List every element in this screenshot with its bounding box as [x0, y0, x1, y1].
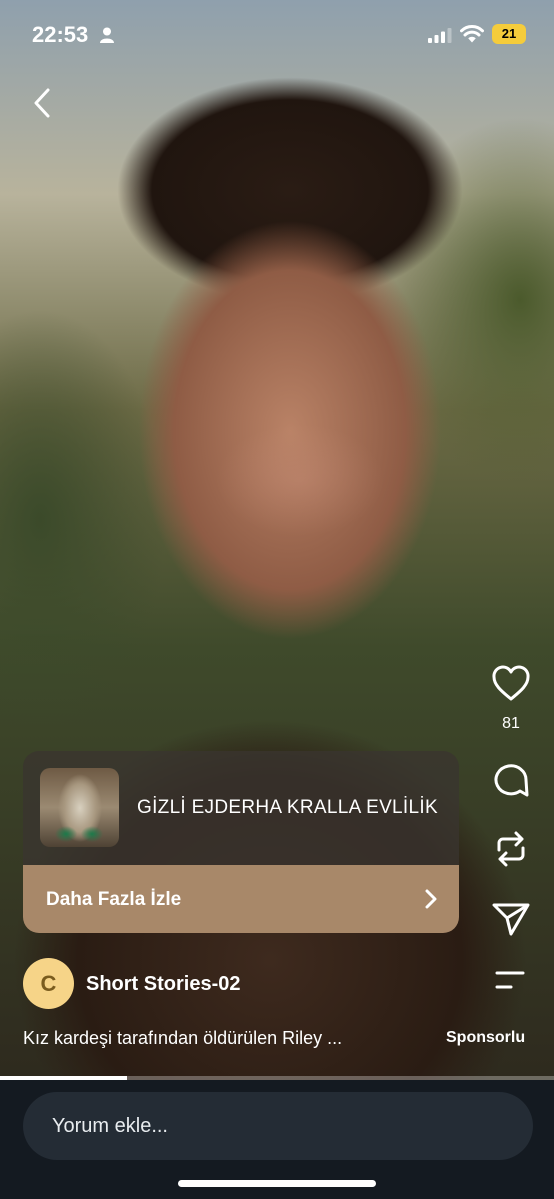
home-indicator	[178, 1180, 376, 1187]
back-arrow-icon[interactable]	[28, 86, 58, 120]
sponsored-label: Sponsorlu	[446, 1029, 526, 1046]
watch-more-label: Daha Fazla İzle	[46, 889, 182, 910]
status-time: 22:53	[32, 22, 89, 47]
comment-icon[interactable]	[490, 760, 532, 802]
heart-icon[interactable]	[490, 662, 532, 704]
share-icon[interactable]	[490, 828, 532, 870]
menu-icon[interactable]	[494, 970, 526, 990]
person-icon	[100, 27, 114, 43]
channel-name[interactable]: Short Stories-02	[86, 973, 240, 996]
signal-icon	[428, 28, 452, 43]
wifi-icon	[460, 25, 484, 43]
comment-bar	[0, 1080, 554, 1199]
series-title: GİZLİ EJDERHA KRALLA EVLİLİK	[137, 797, 438, 818]
send-icon[interactable]	[490, 898, 532, 940]
like-count: 81	[502, 715, 520, 732]
series-thumbnail	[40, 768, 119, 847]
chevron-right-icon	[425, 889, 437, 909]
status-bar: 22:53 21	[0, 0, 554, 70]
video-description[interactable]: Kız kardeşi tarafından öldürülen Riley .…	[23, 1028, 342, 1049]
avatar[interactable]: C	[23, 958, 74, 1009]
comment-input[interactable]	[23, 1092, 533, 1160]
series-promo-card[interactable]: GİZLİ EJDERHA KRALLA EVLİLİK Daha Fazla …	[23, 751, 459, 933]
watch-more-button[interactable]: Daha Fazla İzle	[23, 865, 459, 933]
battery-indicator: 21	[492, 24, 526, 44]
promo-header[interactable]: GİZLİ EJDERHA KRALLA EVLİLİK	[23, 751, 459, 865]
